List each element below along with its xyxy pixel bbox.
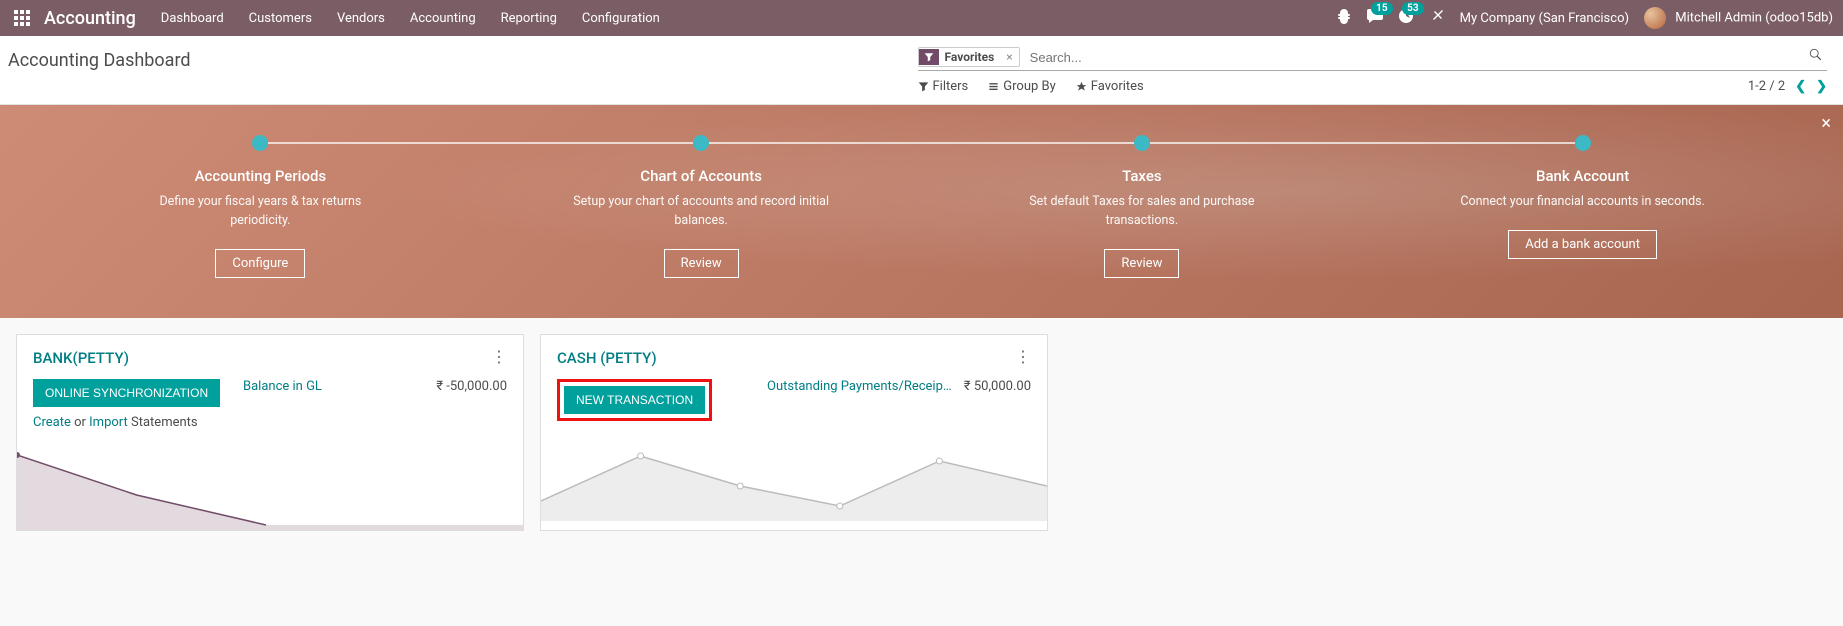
settings-icon[interactable]: [1429, 8, 1445, 28]
balance-gl-value: ₹ -50,000.00: [436, 379, 507, 394]
card-menu-icon[interactable]: ⋮: [1015, 349, 1031, 365]
nav-configuration[interactable]: Configuration: [582, 11, 660, 26]
card-title-bank[interactable]: BANK(PETTY): [33, 349, 129, 367]
highlight-annotation: NEW TRANSACTION: [557, 379, 712, 421]
outstanding-value: ₹ 50,000.00: [964, 379, 1031, 394]
company-switcher[interactable]: My Company (San Francisco): [1460, 11, 1629, 26]
top-navbar: Accounting Dashboard Customers Vendors A…: [0, 0, 1843, 36]
activities-icon[interactable]: 53: [1398, 8, 1414, 28]
step-dot-icon: [1134, 135, 1150, 151]
card-title-cash[interactable]: CASH (PETTY): [557, 349, 657, 367]
balance-gl-link[interactable]: Balance in GL: [243, 379, 322, 394]
onboarding-banner: × Accounting Periods Define your fiscal …: [0, 105, 1843, 318]
statements-line: Create or Import Statements: [33, 415, 233, 430]
search-input[interactable]: [1026, 48, 1805, 67]
pager-prev-icon[interactable]: ❮: [1795, 79, 1806, 94]
online-sync-button[interactable]: ONLINE SYNCHRONIZATION: [33, 379, 220, 407]
messages-icon[interactable]: 15: [1367, 8, 1383, 28]
search-icon[interactable]: [1805, 48, 1827, 66]
user-name: Mitchell Admin (odoo15db): [1675, 10, 1833, 25]
review-coa-button[interactable]: Review: [664, 249, 739, 278]
card-chart-cash: [541, 431, 1047, 521]
step-dot-icon: [693, 135, 709, 151]
nav-customers[interactable]: Customers: [249, 11, 312, 26]
debug-icon[interactable]: [1336, 8, 1352, 28]
onb-step-taxes: Taxes Set default Taxes for sales and pu…: [922, 135, 1363, 278]
card-chart-bank: [17, 440, 523, 530]
favorites-button[interactable]: Favorites: [1076, 79, 1144, 94]
topnav-right: 15 53 My Company (San Francisco) Mitchel…: [1336, 7, 1833, 29]
funnel-icon: [919, 49, 939, 65]
facet-remove[interactable]: ×: [1000, 50, 1018, 64]
close-icon[interactable]: ×: [1821, 113, 1831, 134]
new-transaction-button[interactable]: NEW TRANSACTION: [564, 386, 705, 414]
activities-badge: 53: [1402, 2, 1423, 15]
nav-vendors[interactable]: Vendors: [337, 11, 385, 26]
card-bank-petty: BANK(PETTY) ⋮ ONLINE SYNCHRONIZATION Cre…: [16, 334, 524, 531]
filters-button[interactable]: Filters: [918, 79, 969, 94]
configure-button[interactable]: Configure: [215, 249, 305, 278]
facet-label: Favorites: [939, 48, 1001, 66]
groupby-button[interactable]: Group By: [988, 79, 1056, 94]
review-taxes-button[interactable]: Review: [1104, 249, 1179, 278]
user-menu[interactable]: Mitchell Admin (odoo15db): [1644, 7, 1833, 29]
apps-icon[interactable]: [10, 6, 34, 30]
onb-step-coa: Chart of Accounts Setup your chart of ac…: [481, 135, 922, 278]
onb-step-bank: Bank Account Connect your financial acco…: [1362, 135, 1803, 278]
messages-badge: 15: [1371, 2, 1392, 15]
step-dot-icon: [252, 135, 268, 151]
search-facet-favorites: Favorites ×: [918, 47, 1020, 67]
nav-menu: Dashboard Customers Vendors Accounting R…: [161, 11, 1336, 26]
nav-accounting[interactable]: Accounting: [410, 11, 476, 26]
step-dot-icon: [1575, 135, 1591, 151]
pager-next-icon[interactable]: ❯: [1816, 79, 1827, 94]
app-brand[interactable]: Accounting: [44, 8, 136, 29]
search-toolbar: Filters Group By Favorites 1-2 / 2 ❮ ❯: [918, 71, 1828, 104]
add-bank-button[interactable]: Add a bank account: [1508, 230, 1657, 259]
search-bar: Favorites ×: [918, 44, 1828, 71]
create-link[interactable]: Create: [33, 415, 71, 430]
card-menu-icon[interactable]: ⋮: [491, 349, 507, 365]
pager-value[interactable]: 1-2 / 2: [1748, 79, 1785, 94]
pager: 1-2 / 2 ❮ ❯: [1748, 79, 1827, 94]
import-link[interactable]: Import: [89, 415, 128, 430]
nav-dashboard[interactable]: Dashboard: [161, 11, 224, 26]
onb-step-periods: Accounting Periods Define your fiscal ye…: [40, 135, 481, 278]
card-cash-petty: CASH (PETTY) ⋮ NEW TRANSACTION Outstandi…: [540, 334, 1048, 531]
page-title: Accounting Dashboard: [8, 44, 918, 83]
avatar: [1644, 7, 1666, 29]
control-panel: Accounting Dashboard Favorites × Filters…: [0, 36, 1843, 105]
outstanding-link[interactable]: Outstanding Payments/Receip…: [767, 379, 952, 394]
kanban-dashboard: BANK(PETTY) ⋮ ONLINE SYNCHRONIZATION Cre…: [0, 318, 1843, 547]
nav-reporting[interactable]: Reporting: [501, 11, 557, 26]
